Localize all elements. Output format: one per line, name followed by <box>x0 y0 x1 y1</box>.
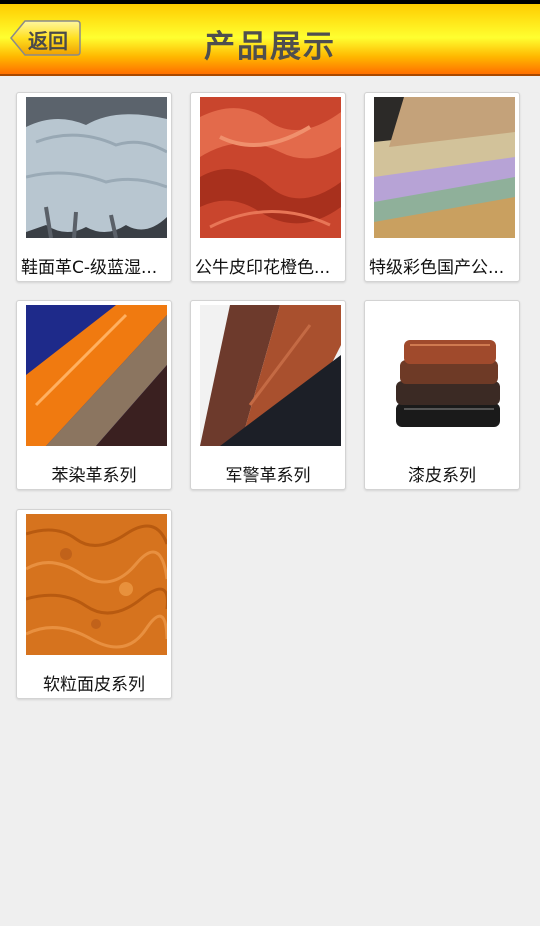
product-card[interactable]: 软粒面皮系列 <box>16 509 172 699</box>
product-name: 特级彩色国产公... <box>369 258 505 278</box>
header-bar: 返回 产品展示 <box>0 4 540 76</box>
product-card[interactable]: 苯染革系列 <box>16 300 172 490</box>
product-name: 军警革系列 <box>225 466 311 486</box>
product-name: 软粒面皮系列 <box>43 675 145 695</box>
product-card[interactable]: 鞋面革C-级蓝湿... <box>16 92 172 282</box>
aniline-leather-image <box>26 305 167 446</box>
product-name: 公牛皮印花橙色... <box>195 258 331 278</box>
product-card[interactable]: 漆皮系列 <box>364 300 520 490</box>
product-card[interactable]: 军警革系列 <box>190 300 346 490</box>
orange-printed-leather-image <box>200 97 341 238</box>
patent-leather-image <box>374 305 515 446</box>
product-name: 鞋面革C-级蓝湿... <box>21 258 158 278</box>
product-name: 苯染革系列 <box>51 466 137 486</box>
colored-leather-stack-image <box>374 97 515 238</box>
page-title: 产品展示 <box>204 29 336 65</box>
blue-wet-leather-image <box>26 97 167 238</box>
product-name: 漆皮系列 <box>408 466 476 486</box>
soft-grain-leather-image <box>26 514 167 655</box>
product-card[interactable]: 公牛皮印花橙色... <box>190 92 346 282</box>
product-card[interactable]: 特级彩色国产公... <box>364 92 520 282</box>
military-leather-image <box>200 305 341 446</box>
